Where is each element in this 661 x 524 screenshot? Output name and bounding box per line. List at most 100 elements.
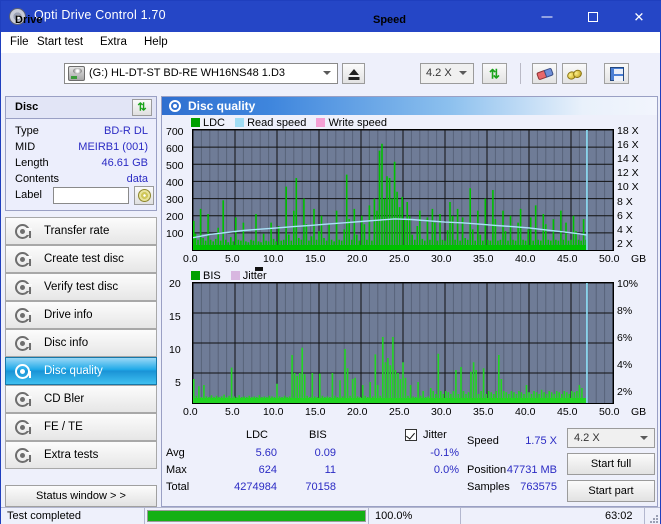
stats-ldc-total: 4274984 (234, 481, 277, 493)
sidebar-item-cd-bler[interactable]: CD Bler (5, 385, 157, 413)
ldc-xtick-25: 25.0 (389, 253, 410, 265)
legend-label-jitter: Jitter (242, 270, 267, 282)
disc-label-input[interactable] (53, 187, 129, 204)
drive-select[interactable]: (G:) HL-DT-ST BD-RE WH16NS48 1.D3 (64, 63, 338, 84)
disc-row-contents-key: Contents (15, 173, 60, 185)
stats-header-ldc: LDC (246, 429, 269, 441)
menu-item-extra[interactable]: Extra (100, 36, 127, 48)
stats-bis-total: 70158 (305, 481, 336, 493)
disc-row-type-key: Type (15, 125, 39, 137)
bis-y2tick-2pct: 2% (617, 386, 633, 398)
sidebar-item-drive-info[interactable]: Drive info (5, 301, 157, 329)
start-full-button[interactable]: Start full (567, 453, 655, 475)
resize-grip[interactable] (648, 513, 658, 523)
sidebar-item-disc-info[interactable]: Disc info (5, 329, 157, 357)
legend-swatch-write-speed (316, 118, 326, 127)
sidebar-item-disc-quality[interactable]: Disc quality (5, 357, 157, 385)
stats-ldc-max: 624 (258, 464, 277, 476)
ldc-y2tick-4x: 4 X (617, 224, 633, 236)
legend-label-write-speed: Write speed (328, 117, 387, 129)
jitter-label: Jitter (423, 429, 447, 441)
status-window-button[interactable]: Status window > > (5, 485, 157, 507)
ldc-y2tick-18x: 18 X (617, 125, 639, 137)
chevron-down-icon (323, 71, 331, 75)
close-button[interactable]: ✕ (616, 1, 661, 32)
disc-icon (15, 280, 32, 296)
test-speed-select-value: 4.2 X (574, 432, 600, 444)
ldc-xtick-0: 0.0 (183, 253, 198, 265)
menu-item-start-test[interactable]: Start test (37, 36, 83, 48)
plug-icon[interactable] (562, 63, 587, 84)
sidebar-item-transfer-rate[interactable]: Transfer rate (5, 217, 157, 245)
bis-y2tick-4pct: 4% (617, 359, 633, 371)
legend-swatch-ldc (191, 118, 200, 127)
status-window-label: Status window > > (36, 490, 126, 502)
disc-icon (15, 448, 32, 464)
bis-y2tick-10pct: 10% (617, 278, 639, 290)
sidebar-item-extra-tests[interactable]: Extra tests (5, 441, 157, 469)
disc-media-icon-button[interactable] (134, 186, 154, 205)
ldc-xtick-5: 5.0 (225, 253, 240, 265)
menu-item-file[interactable]: File (10, 36, 29, 48)
speed-stat-value: 1.75 X (525, 435, 557, 447)
save-icon[interactable] (604, 63, 629, 84)
disc-row-type: Type BD-R DL (6, 125, 156, 141)
disc-row-length: Length 46.61 GB (6, 157, 156, 173)
refresh-icon[interactable]: ⇅ (482, 63, 507, 84)
app-window: Opti Drive Control 1.70 ✕ File Start tes… (0, 0, 661, 524)
stats-bis-avg: 0.09 (314, 447, 336, 459)
start-part-button[interactable]: Start part (567, 480, 655, 502)
eject-button[interactable] (342, 63, 365, 84)
menu-item-help[interactable]: Help (144, 36, 168, 48)
legend-label-bis: BIS (203, 270, 221, 282)
stats-row-label-max: Max (166, 464, 187, 476)
disc-label-key: Label (15, 189, 42, 201)
bis-xtick-35: 35.0 (473, 406, 494, 418)
window-title: Opti Drive Control 1.70 (34, 8, 166, 22)
speed-stat-label: Speed (467, 435, 499, 447)
disc-row-mid: MID MEIRB1 (001) (6, 141, 156, 157)
start-part-label: Start part (588, 485, 634, 497)
disc-panel-title: Disc (15, 101, 39, 113)
bis-xtick-5: 5.0 (225, 406, 240, 418)
disc-row-length-key: Length (15, 157, 49, 169)
sidebar-item-create-test-disc[interactable]: Create test disc (5, 245, 157, 273)
disc-icon (15, 224, 32, 240)
status-percent: 100.0% (375, 510, 413, 522)
bis-xtick-10: 10.0 (263, 406, 284, 418)
bis-chart-legend: BIS Jitter (191, 270, 267, 282)
ldc-y2tick-8x: 8 X (617, 196, 633, 208)
bis-xtick-25: 25.0 (389, 406, 410, 418)
status-bar: Test completed 100.0% 63:02 (1, 507, 660, 524)
minimize-button[interactable] (524, 1, 570, 32)
maximize-button[interactable] (570, 1, 616, 32)
disc-row-mid-value: MEIRB1 (001) (78, 141, 148, 153)
ldc-ytick-300: 300 (166, 194, 184, 206)
bis-xtick-20: 20.0 (347, 406, 368, 418)
eraser-icon[interactable] (532, 63, 557, 84)
sidebar-item-verify-test-disc[interactable]: Verify test disc (5, 273, 157, 301)
ldc-chart-plot (192, 129, 614, 251)
close-icon: ✕ (633, 9, 645, 24)
legend-label-read-speed: Read speed (247, 117, 307, 129)
ldc-y2tick-10x: 10 X (617, 181, 639, 193)
ldc-ytick-600: 600 (166, 143, 184, 155)
bis-xtick-0: 0.0 (183, 406, 198, 418)
bis-y2tick-8pct: 8% (617, 305, 633, 317)
bis-xtick-50: 50.0 (599, 406, 620, 418)
speed-select[interactable]: 4.2 X (420, 63, 474, 84)
disc-row-mid-key: MID (15, 141, 36, 153)
ldc-chart-legend: LDC Read speed Write speed (191, 117, 387, 129)
sidebar-item-label: Disc quality (44, 365, 103, 377)
test-speed-select[interactable]: 4.2 X (567, 428, 655, 448)
jitter-checkbox[interactable] (405, 429, 417, 441)
disc-refresh-button[interactable]: ⇅ (132, 99, 152, 116)
sidebar-item-label: Extra tests (44, 449, 99, 461)
disc-row-contents-value: data (126, 173, 148, 185)
sidebar-item-fe-te[interactable]: FE / TE (5, 413, 157, 441)
disc-quality-icon (169, 100, 182, 113)
ldc-y2tick-2x: 2 X (617, 238, 633, 250)
sidebar-item-label: Transfer rate (44, 225, 110, 237)
sidebar-item-label: CD Bler (44, 393, 85, 405)
position-stat-value: 47731 MB (506, 464, 557, 476)
